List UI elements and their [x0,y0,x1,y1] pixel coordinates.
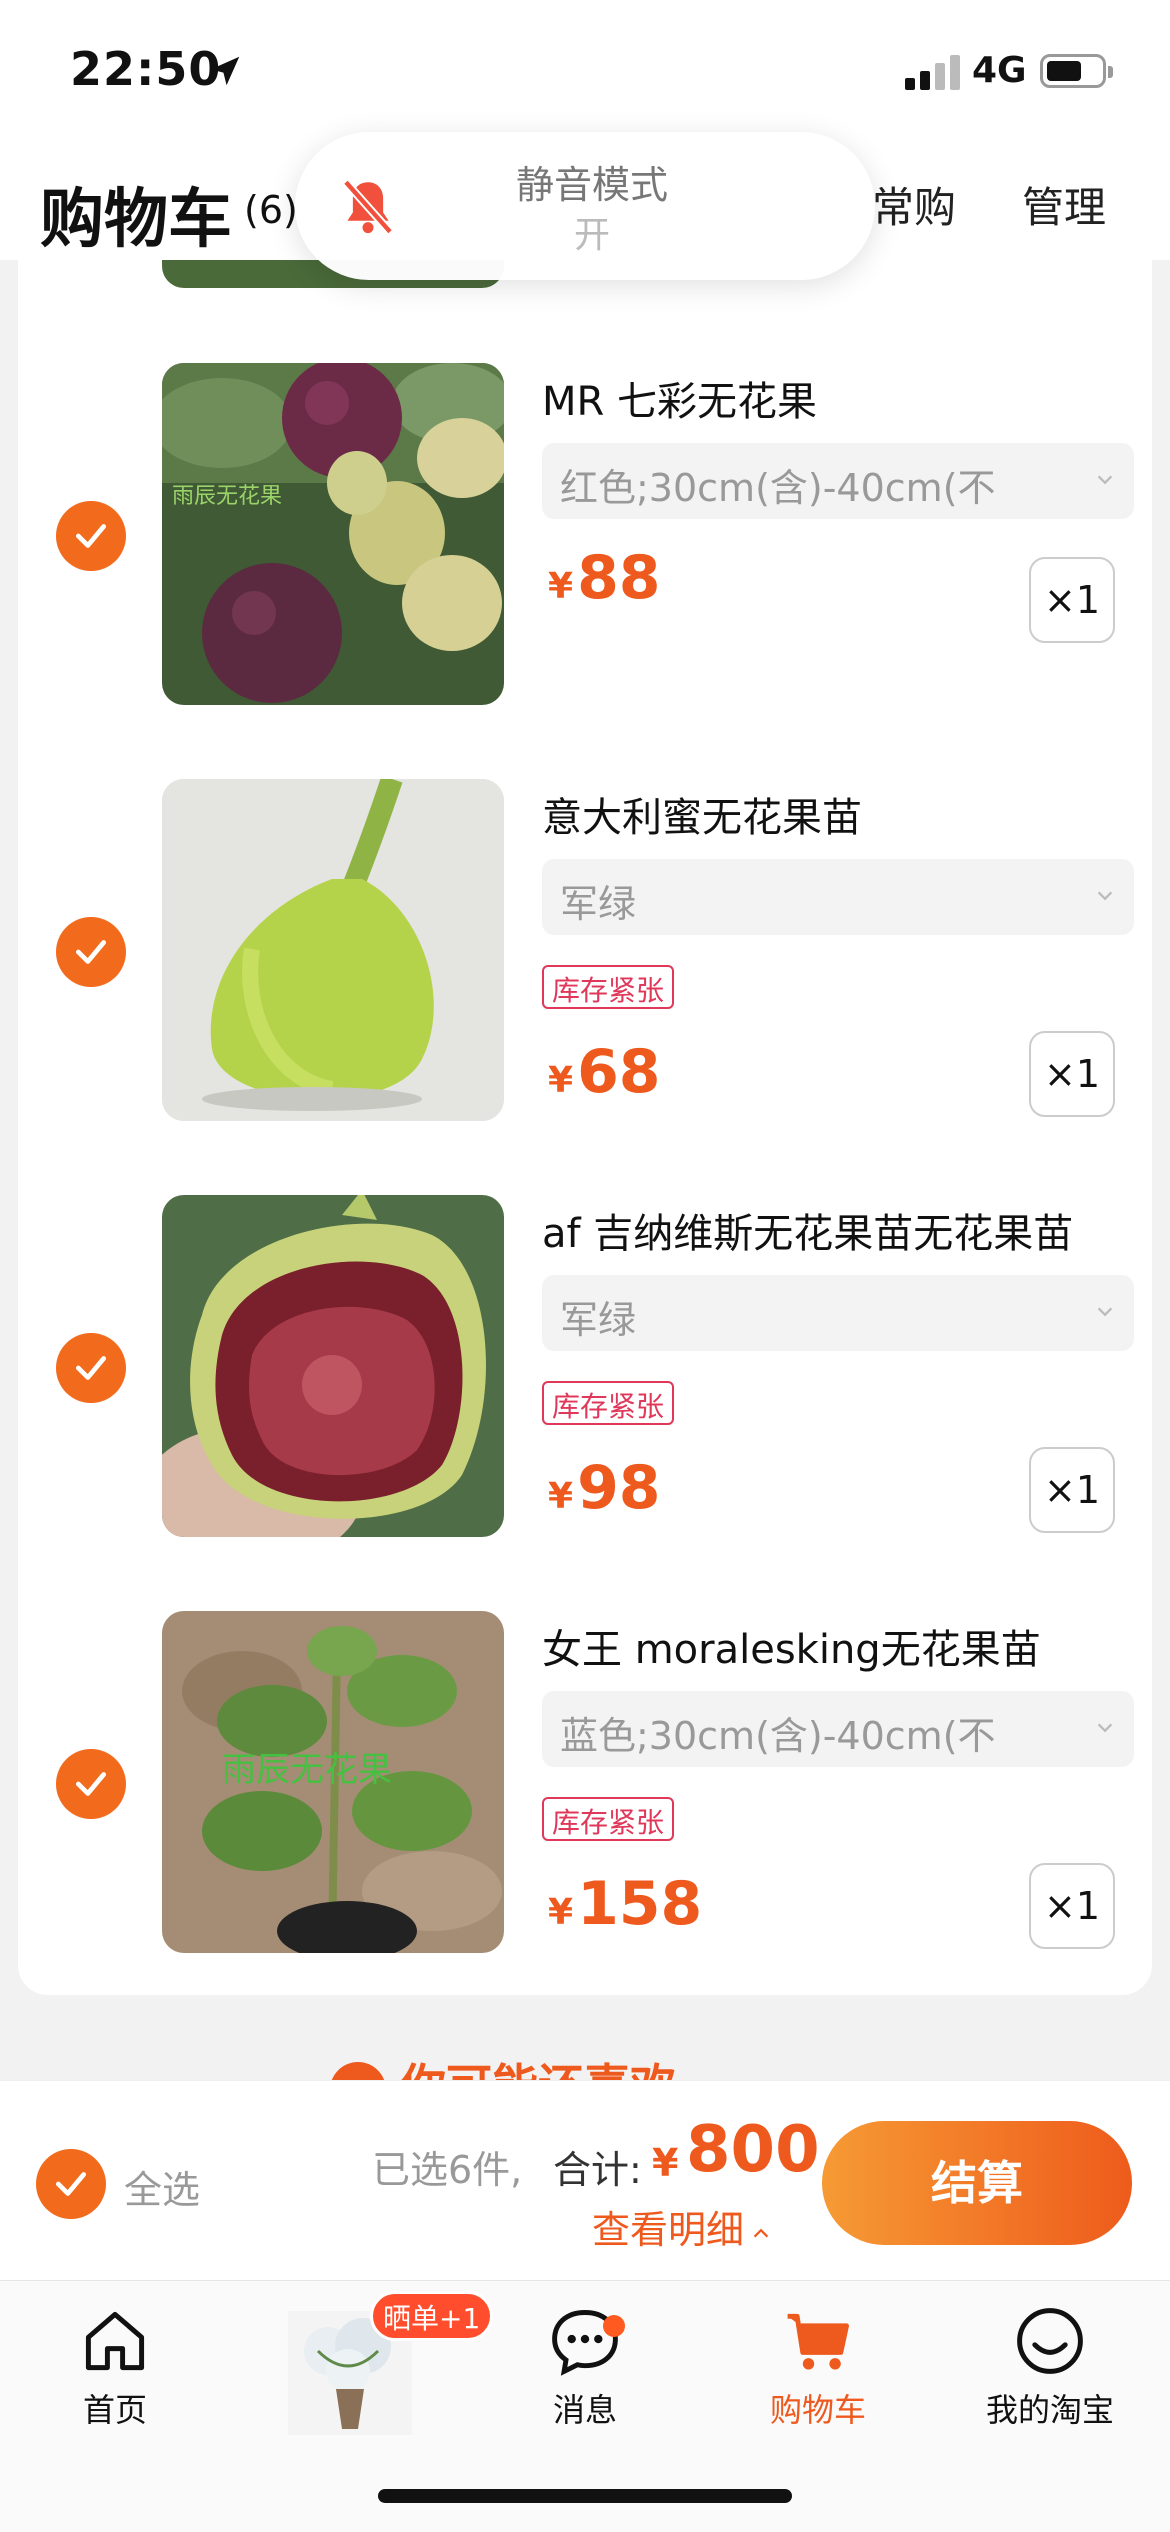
sku-selector[interactable]: 军绿 [542,859,1134,935]
fig-purple-cluster-photo: 雨辰无花果 [162,363,504,705]
recommendation-header: 你可能还喜欢 [0,2040,1170,2080]
total-amount: 800 [686,2113,820,2187]
chevron-down-icon [1097,1723,1113,1733]
tab-label: 首页 [82,2391,147,2429]
chevron-down-icon [1097,1307,1113,1317]
total-label: 合计: [553,2148,642,2192]
share-badge: 晒单+1 [370,2291,494,2341]
checkmark-icon [55,2172,87,2196]
total-currency: ¥ [652,2141,679,2185]
product-image[interactable]: 雨辰无花果 [162,363,504,705]
low-stock-badge: 库存紧张 [542,1381,675,1425]
product-title[interactable]: 女王 moralesking无花果苗 [542,1617,1041,1675]
chevron-down-icon [1097,475,1113,485]
cart-item: 雨辰无花果 女王 moralesking无花果苗 蓝色;30cm(含)-40cm… [18,1611,1152,1971]
tab-home[interactable]: 首页 [25,2303,205,2443]
view-details-label: 查看明细 [592,2208,745,2252]
product-title[interactable]: 意大利蜜无花果苗 [542,785,862,843]
tab-cart[interactable]: 购物车 [728,2303,908,2443]
checkmark-icon [75,1356,107,1380]
home-icon [85,2311,145,2371]
product-title[interactable]: af 吉纳维斯无花果苗无花果苗 [542,1201,1073,1259]
page-title: 购物车 [40,183,232,257]
item-price: ¥158 [548,1869,703,1939]
cart-item: 意大利蜜无花果苗 军绿 库存紧张 ¥68 ×1 [18,779,1152,1139]
cellular-signal-icon [905,54,961,90]
frequent-purchase-link[interactable]: 常购 [872,174,956,235]
product-image[interactable] [162,779,504,1121]
low-stock-badge: 库存紧张 [542,965,675,1009]
checkmark-icon [75,524,107,548]
checkmark-icon [75,940,107,964]
location-arrow-icon [210,56,240,86]
product-title[interactable]: MR 七彩无花果 [542,369,817,427]
toast-subtitle: 开 [573,215,610,256]
sku-selector[interactable]: 蓝色;30cm(含)-40cm(不 [542,1691,1134,1767]
svg-text:雨辰无花果: 雨辰无花果 [222,1750,392,1790]
sku-selector[interactable]: 红色;30cm(含)-40cm(不 [542,443,1134,519]
checkmark-icon [75,1772,107,1796]
tab-messages[interactable]: 消息 [495,2303,675,2443]
battery-icon [1040,54,1113,88]
item-checkbox[interactable] [56,1333,126,1403]
item-price: ¥68 [548,1037,661,1107]
home-indicator[interactable] [378,2489,792,2503]
status-bar: 22:50 4G [0,0,1170,150]
toast-title: 静音模式 [515,163,668,207]
cart-item-list: 雨辰无花果 MR 七彩无花果 红色;30cm(含)-40cm(不 ¥88 ×1 [18,230,1152,1995]
unread-dot [603,2315,625,2337]
cart-count: (6) [244,188,298,232]
smile-face-icon [1017,2308,1083,2374]
chevron-down-icon [1097,891,1113,901]
bell-muted-icon [342,179,394,235]
recommendation-title: 你可能还喜欢 [400,2059,676,2080]
tab-label: 购物车 [769,2391,866,2429]
network-type: 4G [972,50,1027,91]
item-checkbox[interactable] [56,501,126,571]
sku-text: 红色;30cm(含)-40cm(不 [560,466,996,510]
silent-mode-toast: 静音模式 开 [295,132,875,280]
manage-button[interactable]: 管理 [1022,174,1106,235]
sku-text: 军绿 [560,882,637,926]
selected-count: 已选6件, [372,2148,523,2192]
tab-promo-share[interactable]: 晒单+1 [288,2291,494,2451]
svg-text:雨辰无花果: 雨辰无花果 [172,484,282,509]
quantity-stepper[interactable]: ×1 [1029,557,1115,643]
low-stock-badge: 库存紧张 [542,1797,675,1841]
tab-my-taobao[interactable]: 我的淘宝 [960,2303,1140,2443]
item-price: ¥88 [548,543,661,613]
bottom-tab-bar: 首页 晒单+1 消息 购物车 我的淘宝 [0,2280,1170,2532]
cart-icon [787,2313,849,2370]
sku-text: 军绿 [560,1298,637,1342]
product-image[interactable]: 雨辰无花果 [162,1611,504,1953]
cart-item: 雨辰无花果 MR 七彩无花果 红色;30cm(含)-40cm(不 ¥88 ×1 [18,363,1152,723]
tab-label: 我的淘宝 [985,2391,1114,2429]
status-time: 22:50 [70,42,222,96]
checkout-bar: 全选 已选6件, 合计: ¥ 800 查看明细 结算 [0,2080,1170,2280]
item-checkbox[interactable] [56,1749,126,1819]
product-image[interactable] [162,1195,504,1537]
fig-seedling-photo: 雨辰无花果 [162,1611,504,1953]
sku-selector[interactable]: 军绿 [542,1275,1134,1351]
cart-item: af 吉纳维斯无花果苗无花果苗 军绿 库存紧张 ¥98 ×1 [18,1195,1152,1555]
view-details-link[interactable]: 查看明细 [592,2199,772,2254]
item-price: ¥98 [548,1453,661,1523]
green-fig-photo [162,779,504,1121]
chevron-up-icon [753,2228,769,2237]
quantity-stepper[interactable]: ×1 [1029,1447,1115,1533]
heart-icon [330,2061,386,2080]
tab-label: 消息 [552,2391,617,2429]
quantity-stepper[interactable]: ×1 [1029,1031,1115,1117]
fig-cut-half-photo [162,1195,504,1537]
item-checkbox[interactable] [56,917,126,987]
select-all-checkbox[interactable] [36,2149,106,2219]
checkout-button[interactable]: 结算 [822,2121,1132,2245]
sku-text: 蓝色;30cm(含)-40cm(不 [560,1714,996,1758]
quantity-stepper[interactable]: ×1 [1029,1863,1115,1949]
select-all-label[interactable]: 全选 [124,2159,200,2214]
